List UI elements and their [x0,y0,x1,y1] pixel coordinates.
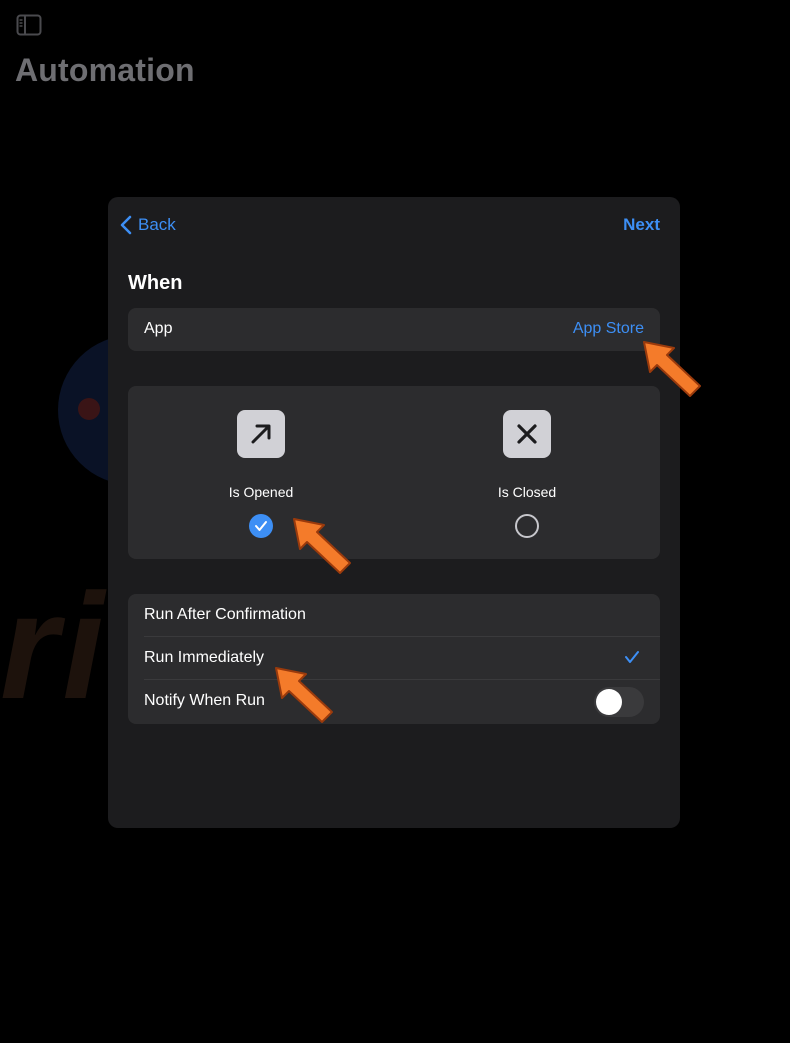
run-immediately-row[interactable]: Run Immediately [128,637,660,680]
notify-when-run-row: Notify When Run [128,680,660,723]
watermark-dot [78,398,100,420]
back-button[interactable]: Back [120,213,176,237]
option-is-closed[interactable]: Is Closed [394,386,660,559]
automation-screen: risk.com Automation Back Next When App A… [0,0,790,1043]
radio-checked-icon[interactable] [249,514,273,538]
app-row[interactable]: App App Store [128,308,660,351]
automation-modal: Back Next When App App Store Is Opened I… [108,197,680,828]
row-label: Notify When Run [144,692,265,709]
toggle-knob [596,689,622,715]
option-label: Is Opened [228,484,294,500]
arrow-up-right-icon [237,410,285,458]
chevron-left-icon [120,215,132,235]
x-mark-icon [503,410,551,458]
sidebar-toggle-icon[interactable] [16,14,42,36]
run-options-list: Run After Confirmation Run Immediately N… [128,594,660,724]
next-button[interactable]: Next [623,215,660,235]
notify-toggle[interactable] [594,687,644,717]
back-label: Back [138,215,176,234]
run-after-confirmation-row[interactable]: Run After Confirmation [128,594,660,637]
row-label: Run After Confirmation [144,606,306,623]
option-label: Is Closed [497,484,557,500]
checkmark-icon [625,651,639,663]
option-is-opened[interactable]: Is Opened [128,386,394,559]
app-row-label: App [144,320,173,337]
trigger-options-card: Is Opened Is Closed [128,386,660,559]
section-title: When [128,272,183,294]
app-row-value[interactable]: App Store [573,320,644,338]
page-title: Automation [15,52,195,88]
radio-unchecked-icon[interactable] [515,514,539,538]
row-label: Run Immediately [144,649,265,666]
